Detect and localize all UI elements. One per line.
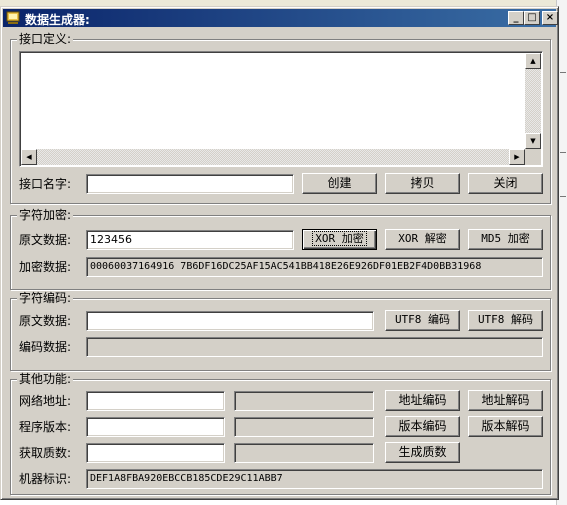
version-encode-button[interactable]: 版本编码: [385, 416, 460, 437]
encrypt-plain-label: 原文数据:: [19, 233, 72, 247]
create-button[interactable]: 创建: [302, 173, 377, 194]
interface-name-label: 接口名字:: [19, 177, 72, 191]
url-label: 网络地址:: [19, 394, 72, 408]
interface-definition-legend: 接口定义:: [17, 32, 74, 46]
encode-plain-label: 原文数据:: [19, 314, 72, 328]
horizontal-scrollbar[interactable]: ◀ ▶: [21, 149, 525, 165]
vertical-scrollbar[interactable]: ▲ ▼: [525, 53, 541, 149]
window-title: 数据生成器:: [25, 13, 90, 27]
scroll-down-icon[interactable]: ▼: [525, 133, 541, 149]
close-window-button[interactable]: ×: [542, 11, 558, 25]
minimize-icon: _: [513, 12, 519, 23]
utf8-decode-button[interactable]: UTF8 解码: [468, 310, 543, 331]
string-encoding-group: 字符编码:: [10, 291, 551, 371]
interface-name-input[interactable]: [86, 174, 294, 194]
data-generator-window: 数据生成器: _ □ × 接口定义: ▲ ▼ ◀ ▶ 接口名字: 创建 拷贝 关…: [0, 6, 559, 500]
machine-id-label: 机器标识:: [19, 472, 72, 486]
encoded-data-output[interactable]: [86, 337, 543, 357]
other-functions-legend: 其他功能:: [17, 372, 74, 386]
version-result-output[interactable]: [234, 417, 374, 437]
close-icon: ×: [545, 12, 555, 23]
scroll-up-icon[interactable]: ▲: [525, 53, 541, 69]
encoded-data-label: 编码数据:: [19, 340, 72, 354]
version-input[interactable]: [86, 417, 225, 437]
interface-definition-textarea[interactable]: ▲ ▼ ◀ ▶: [19, 51, 543, 167]
title-bar[interactable]: 数据生成器: _ □ ×: [3, 9, 558, 27]
prime-result-output[interactable]: [234, 443, 374, 463]
url-encode-button[interactable]: 地址编码: [385, 390, 460, 411]
prime-input[interactable]: [86, 443, 225, 463]
encode-plain-input[interactable]: [86, 311, 374, 331]
xor-encrypt-button[interactable]: XOR 加密: [302, 229, 377, 250]
close-button[interactable]: 关闭: [468, 173, 543, 194]
scroll-right-icon[interactable]: ▶: [509, 149, 525, 165]
version-decode-button[interactable]: 版本解码: [468, 416, 543, 437]
encrypt-plain-input[interactable]: 123456: [86, 230, 294, 250]
scroll-left-icon[interactable]: ◀: [21, 149, 37, 165]
maximize-button[interactable]: □: [524, 11, 540, 25]
encrypted-data-output[interactable]: 00060037164916 7B6DF16DC25AF15AC541BB418…: [86, 257, 543, 277]
app-icon: [6, 11, 20, 24]
version-label: 程序版本:: [19, 420, 72, 434]
scrollbar-corner: [525, 149, 541, 165]
string-encryption-group: 字符加密:: [10, 208, 551, 290]
url-result-output[interactable]: [234, 391, 374, 411]
encrypted-data-label: 加密数据:: [19, 260, 72, 274]
string-encoding-legend: 字符编码:: [17, 291, 74, 305]
xor-encrypt-label: XOR 加密: [312, 231, 367, 246]
url-input[interactable]: [86, 391, 225, 411]
prime-label: 获取质数:: [19, 446, 72, 460]
generate-prime-button[interactable]: 生成质数: [385, 442, 460, 463]
machine-id-output[interactable]: DEF1A8FBA920EBCCB185CDE29C11ABB7: [86, 469, 543, 489]
copy-button[interactable]: 拷贝: [385, 173, 460, 194]
maximize-icon: □: [527, 12, 537, 23]
minimize-button[interactable]: _: [508, 11, 524, 25]
md5-encrypt-button[interactable]: MD5 加密: [468, 229, 543, 250]
utf8-encode-button[interactable]: UTF8 编码: [385, 310, 460, 331]
xor-decrypt-button[interactable]: XOR 解密: [385, 229, 460, 250]
string-encryption-legend: 字符加密:: [17, 208, 74, 222]
url-decode-button[interactable]: 地址解码: [468, 390, 543, 411]
